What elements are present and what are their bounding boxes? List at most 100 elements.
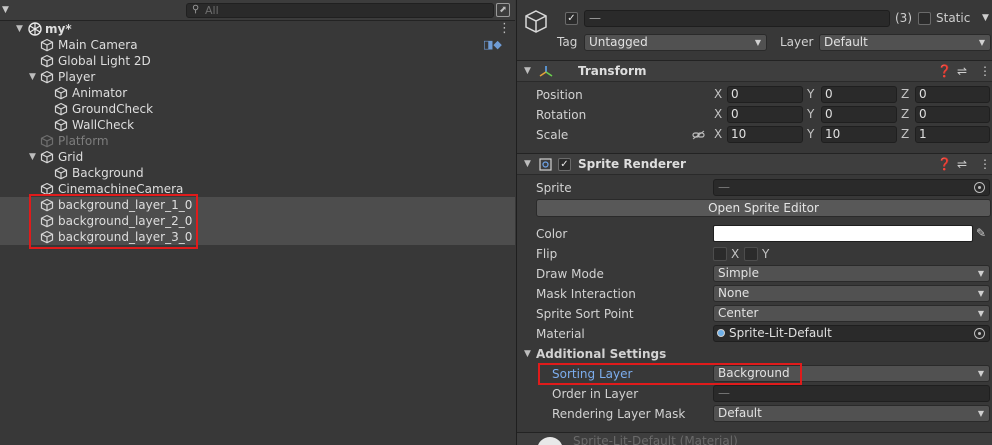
hierarchy-row[interactable]: Main Camera — [0, 37, 515, 53]
object-picker-icon[interactable] — [974, 328, 985, 339]
layer-dropdown[interactable]: Default ▼ — [819, 34, 991, 51]
scale-z-field[interactable]: 1 — [915, 126, 990, 143]
scene-more-icon[interactable]: ⋮ — [498, 21, 511, 37]
sorting-layer-label: Sorting Layer — [552, 367, 633, 381]
flip-y-label: Y — [762, 247, 770, 261]
gameobject-cube-icon — [54, 86, 68, 100]
position-y-field[interactable]: 0 — [821, 86, 897, 103]
scale-x-axis-label[interactable]: X — [714, 126, 722, 143]
material-field[interactable]: Sprite-Lit-Default — [713, 325, 990, 342]
open-sprite-editor-button[interactable]: Open Sprite Editor — [536, 199, 991, 217]
material-component-header[interactable]: Sprite-Lit-Default (Material) — [517, 432, 992, 445]
material-preview-icon — [537, 437, 563, 445]
chevron-down-icon: ▼ — [978, 38, 985, 47]
sprite-renderer-header[interactable]: ▼ ✓ Sprite Renderer ❓ ⇌ ⋮ — [517, 153, 992, 175]
gameobject-cube-icon — [40, 182, 54, 196]
sprite-value: — — [718, 180, 730, 194]
scale-z-axis-label[interactable]: Z — [901, 126, 909, 143]
selection-count: (3) — [895, 11, 912, 25]
hierarchy-row[interactable]: ▼ Player — [0, 69, 515, 85]
hierarchy-row-label: Animator — [72, 86, 128, 100]
sorting-layer-value: Background — [718, 366, 790, 380]
position-y-axis-label[interactable]: Y — [807, 86, 814, 103]
fold-arrow-icon[interactable]: ▼ — [29, 149, 36, 165]
preset-icon[interactable]: ⇌ — [957, 154, 967, 174]
hierarchy-row[interactable]: WallCheck — [0, 117, 515, 133]
gameobject-cube-icon — [54, 166, 68, 180]
transform-icon — [539, 66, 553, 77]
help-icon[interactable]: ❓ — [937, 154, 952, 174]
flip-label: Flip — [536, 247, 558, 261]
order-in-layer-label: Order in Layer — [552, 387, 639, 401]
sprite-renderer-fold-arrow-icon[interactable]: ▼ — [524, 154, 531, 174]
sorting-layer-dropdown[interactable]: Background ▼ — [713, 365, 990, 382]
help-icon[interactable]: ❓ — [937, 61, 952, 81]
position-x-axis-label[interactable]: X — [714, 86, 722, 103]
rotation-x-axis-label[interactable]: X — [714, 106, 722, 123]
sprite-field[interactable]: — — [713, 179, 990, 196]
hierarchy-row[interactable]: background_layer_2_0 — [0, 213, 515, 229]
scale-x-field[interactable]: 10 — [727, 126, 803, 143]
sprite-sort-point-dropdown[interactable]: Center ▼ — [713, 305, 990, 322]
static-dropdown-arrow-icon[interactable]: ▼ — [982, 10, 989, 27]
gameobject-cube-icon — [40, 54, 54, 68]
hierarchy-row[interactable]: CinemachineCamera — [0, 181, 515, 197]
hierarchy-row[interactable]: GroundCheck — [0, 101, 515, 117]
hierarchy-row[interactable]: Animator — [0, 85, 515, 101]
cinemachine-brain-icon: ◨◆ — [483, 38, 502, 51]
order-in-layer-field[interactable]: — — [713, 385, 990, 402]
preset-icon[interactable]: ⇌ — [957, 61, 967, 81]
gameobject-cube-icon — [40, 198, 54, 212]
hierarchy-row-label: Player — [58, 70, 96, 84]
rotation-x-field[interactable]: 0 — [727, 106, 803, 123]
rotation-z-field[interactable]: 0 — [915, 106, 990, 123]
hierarchy-row[interactable]: Platform — [0, 133, 515, 149]
draw-mode-dropdown[interactable]: Simple ▼ — [713, 265, 990, 282]
flip-x-checkbox[interactable] — [713, 247, 727, 261]
hierarchy-row[interactable]: Background — [0, 165, 515, 181]
flip-y-checkbox[interactable] — [744, 247, 758, 261]
transform-fold-arrow-icon[interactable]: ▼ — [524, 61, 531, 81]
scene-fold-arrow-icon[interactable]: ▼ — [16, 21, 23, 37]
component-menu-icon[interactable]: ⋮ — [979, 154, 991, 174]
gameobject-cube-icon — [525, 10, 547, 33]
object-picker-icon[interactable] — [974, 182, 985, 193]
tag-dropdown[interactable]: Untagged ▼ — [584, 34, 767, 51]
rendering-layer-mask-dropdown[interactable]: Default ▼ — [713, 405, 990, 422]
scale-y-axis-label[interactable]: Y — [807, 126, 814, 143]
active-checkbox[interactable]: ✓ — [565, 12, 578, 25]
rotation-y-field[interactable]: 0 — [821, 106, 897, 123]
hierarchy-search-input[interactable]: ⚲ All — [186, 3, 494, 18]
scene-row[interactable]: ▼ my* ⋮ — [0, 21, 515, 37]
hierarchy-toolbar: ▼ ⚲ All ⬈ — [0, 0, 515, 21]
static-checkbox[interactable] — [918, 12, 931, 25]
position-x-field[interactable]: 0 — [727, 86, 803, 103]
transform-header[interactable]: ▼ Transform ❓ ⇌ ⋮ — [517, 60, 992, 82]
position-z-axis-label[interactable]: Z — [901, 86, 909, 103]
hierarchy-row[interactable]: background_layer_3_0 — [0, 229, 515, 245]
search-window-icon[interactable]: ⬈ — [496, 3, 510, 17]
fold-arrow-icon[interactable]: ▼ — [29, 69, 36, 85]
hierarchy-row[interactable]: Global Light 2D — [0, 53, 515, 69]
hierarchy-collapse-arrow-icon[interactable]: ▼ — [2, 5, 16, 17]
mask-interaction-dropdown[interactable]: None ▼ — [713, 285, 990, 302]
rotation-y-axis-label[interactable]: Y — [807, 106, 814, 123]
component-menu-icon[interactable]: ⋮ — [979, 61, 991, 81]
scale-y-field[interactable]: 10 — [821, 126, 897, 143]
hierarchy-row-label: GroundCheck — [72, 102, 154, 116]
color-label: Color — [536, 227, 568, 241]
constrain-proportions-link-icon[interactable] — [692, 130, 705, 140]
additional-settings-label[interactable]: Additional Settings — [536, 345, 666, 363]
position-z-field[interactable]: 0 — [915, 86, 990, 103]
draw-mode-value: Simple — [718, 266, 759, 280]
sprite-renderer-enabled-checkbox[interactable]: ✓ — [558, 158, 571, 171]
color-swatch[interactable] — [713, 225, 973, 242]
rotation-z-axis-label[interactable]: Z — [901, 106, 909, 123]
object-name-field[interactable]: — — [584, 10, 890, 27]
hierarchy-row[interactable]: ▼ Grid — [0, 149, 515, 165]
flip-x-label: X — [731, 247, 740, 261]
draw-mode-label: Draw Mode — [536, 267, 604, 281]
hierarchy-row[interactable]: background_layer_1_0 — [0, 197, 515, 213]
eyedropper-icon[interactable]: ✎ — [976, 225, 986, 242]
additional-settings-fold-arrow-icon[interactable]: ▼ — [524, 345, 531, 363]
